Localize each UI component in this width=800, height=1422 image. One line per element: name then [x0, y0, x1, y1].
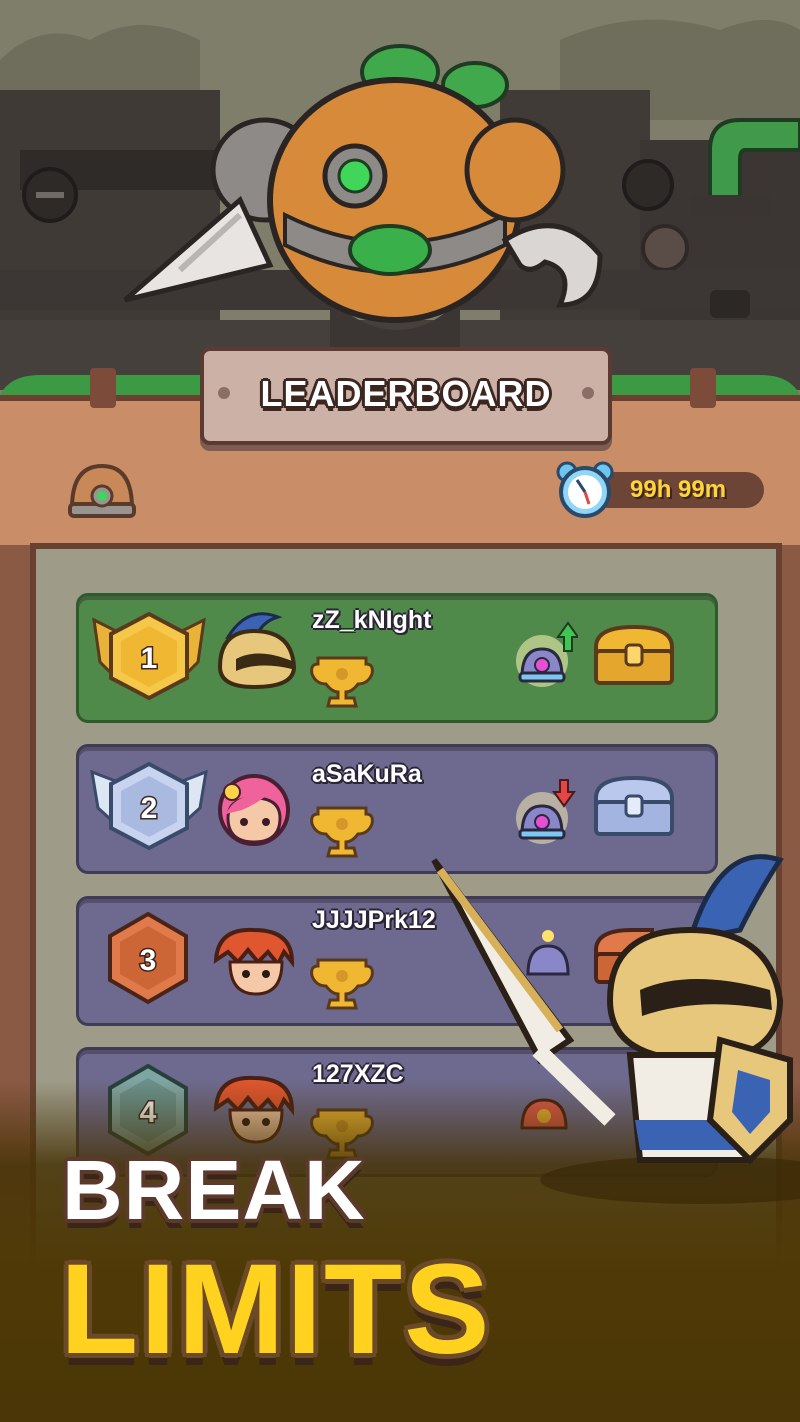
- gold-chest-icon: [594, 624, 674, 685]
- rank-3-bronze-badge: 3: [108, 911, 188, 1005]
- knight-character: [431, 854, 800, 1204]
- alarm-clock-icon: [556, 461, 614, 518]
- knight-avatar: [217, 612, 297, 690]
- rank-2-silver-badge: 2: [90, 761, 208, 851]
- player-name: aSaKuRa: [312, 760, 422, 788]
- promo-headline: BREAK: [62, 1143, 366, 1237]
- trophy-icon: [310, 958, 374, 1010]
- rank-down-arrow-icon: [516, 779, 576, 844]
- player-name: JJJJPrk12: [312, 906, 436, 934]
- timer-label: 99h 99m: [630, 476, 727, 503]
- rank-number: 2: [141, 792, 158, 825]
- rank-number: 1: [141, 642, 158, 675]
- game-scene: LEADERBOARD 99h 99m 1 zZ_kNIght 2 aSaKuR…: [0, 0, 800, 1422]
- girl-avatar: [218, 774, 290, 846]
- leaderboard-title-sign: LEADERBOARD: [200, 347, 612, 445]
- trophy-icon: [310, 656, 374, 708]
- player-name: zZ_kNIght: [312, 606, 432, 634]
- rank-number: 3: [140, 944, 157, 977]
- boy-avatar: [213, 927, 295, 996]
- page-title: LEADERBOARD: [260, 373, 552, 414]
- rank-up-arrow-icon: [516, 621, 578, 687]
- rank-1-gold-badge: 1: [92, 611, 206, 701]
- trophy-icon: [310, 806, 374, 858]
- helmet-icon[interactable]: [66, 458, 138, 522]
- promo-subheadline: LIMITS: [60, 1238, 492, 1381]
- silver-chest-icon: [594, 775, 674, 836]
